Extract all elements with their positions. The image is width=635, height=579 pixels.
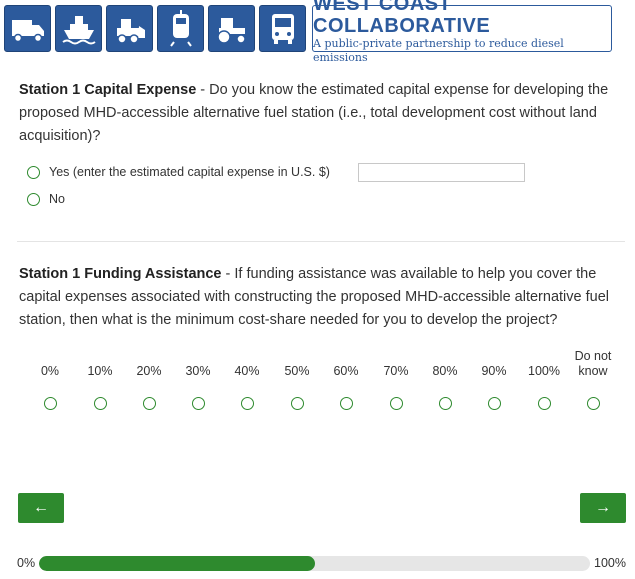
logo-title: WEST COAST COLLABORATIVE xyxy=(313,0,491,37)
scale-label-80: 80% xyxy=(432,364,458,378)
scale-label-50: 50% xyxy=(284,364,310,378)
radio-do-not-know[interactable] xyxy=(587,397,600,410)
loader-icon xyxy=(106,5,153,52)
scale-label-70: 70% xyxy=(383,364,409,378)
scale-label-0: 0% xyxy=(40,364,60,378)
back-button[interactable]: ← xyxy=(18,493,64,523)
radio-80[interactable] xyxy=(439,397,452,410)
question-funding-assistance: Station 1 Funding Assistance - If fundin… xyxy=(19,263,609,332)
bus-icon xyxy=(259,5,306,52)
radio-40[interactable] xyxy=(241,397,254,410)
logo-subtitle: A public-private partnership to reduce d… xyxy=(313,36,564,64)
question-capital-expense: Station 1 Capital Expense - Do you know … xyxy=(19,79,609,148)
progress-end-label: 100% xyxy=(594,556,626,570)
option-no-label: No xyxy=(49,192,65,206)
radio-20[interactable] xyxy=(143,397,156,410)
scale-label-30: 30% xyxy=(185,364,211,378)
truck-icon xyxy=(4,5,51,52)
capital-expense-input[interactable] xyxy=(358,163,525,182)
logo: WEST COAST COLLABORATIVE A public-privat… xyxy=(312,0,612,64)
progress-bar xyxy=(39,556,590,571)
scale-label-100: 100% xyxy=(528,364,560,378)
radio-50[interactable] xyxy=(291,397,304,410)
radio-10[interactable] xyxy=(94,397,107,410)
radio-100[interactable] xyxy=(538,397,551,410)
progress-fill xyxy=(39,556,315,571)
next-button[interactable]: → xyxy=(580,493,626,523)
radio-70[interactable] xyxy=(390,397,403,410)
header-banner: WEST COAST COLLABORATIVE A public-privat… xyxy=(4,0,612,64)
tractor-icon xyxy=(208,5,255,52)
scale-label-do-not-know: Do not know xyxy=(574,349,612,378)
question-title: Station 1 Funding Assistance xyxy=(19,266,222,282)
scale-label-20: 20% xyxy=(136,364,162,378)
radio-0[interactable] xyxy=(44,397,57,410)
scale-label-60: 60% xyxy=(333,364,359,378)
radio-60[interactable] xyxy=(340,397,353,410)
option-no[interactable]: No xyxy=(27,192,65,206)
option-yes[interactable]: Yes (enter the estimated capital expense… xyxy=(27,165,330,179)
scale-label-40: 40% xyxy=(234,364,260,378)
radio-90[interactable] xyxy=(488,397,501,410)
train-icon xyxy=(157,5,204,52)
radio-no[interactable] xyxy=(27,192,40,206)
progress-start-label: 0% xyxy=(17,556,36,570)
radio-yes[interactable] xyxy=(27,165,40,179)
scale-label-90: 90% xyxy=(481,364,507,378)
question-title: Station 1 Capital Expense xyxy=(19,82,197,98)
scale-label-10: 10% xyxy=(87,364,113,378)
divider xyxy=(17,241,625,242)
radio-30[interactable] xyxy=(192,397,205,410)
ship-icon xyxy=(55,5,102,52)
option-yes-label: Yes (enter the estimated capital expense… xyxy=(49,165,330,179)
